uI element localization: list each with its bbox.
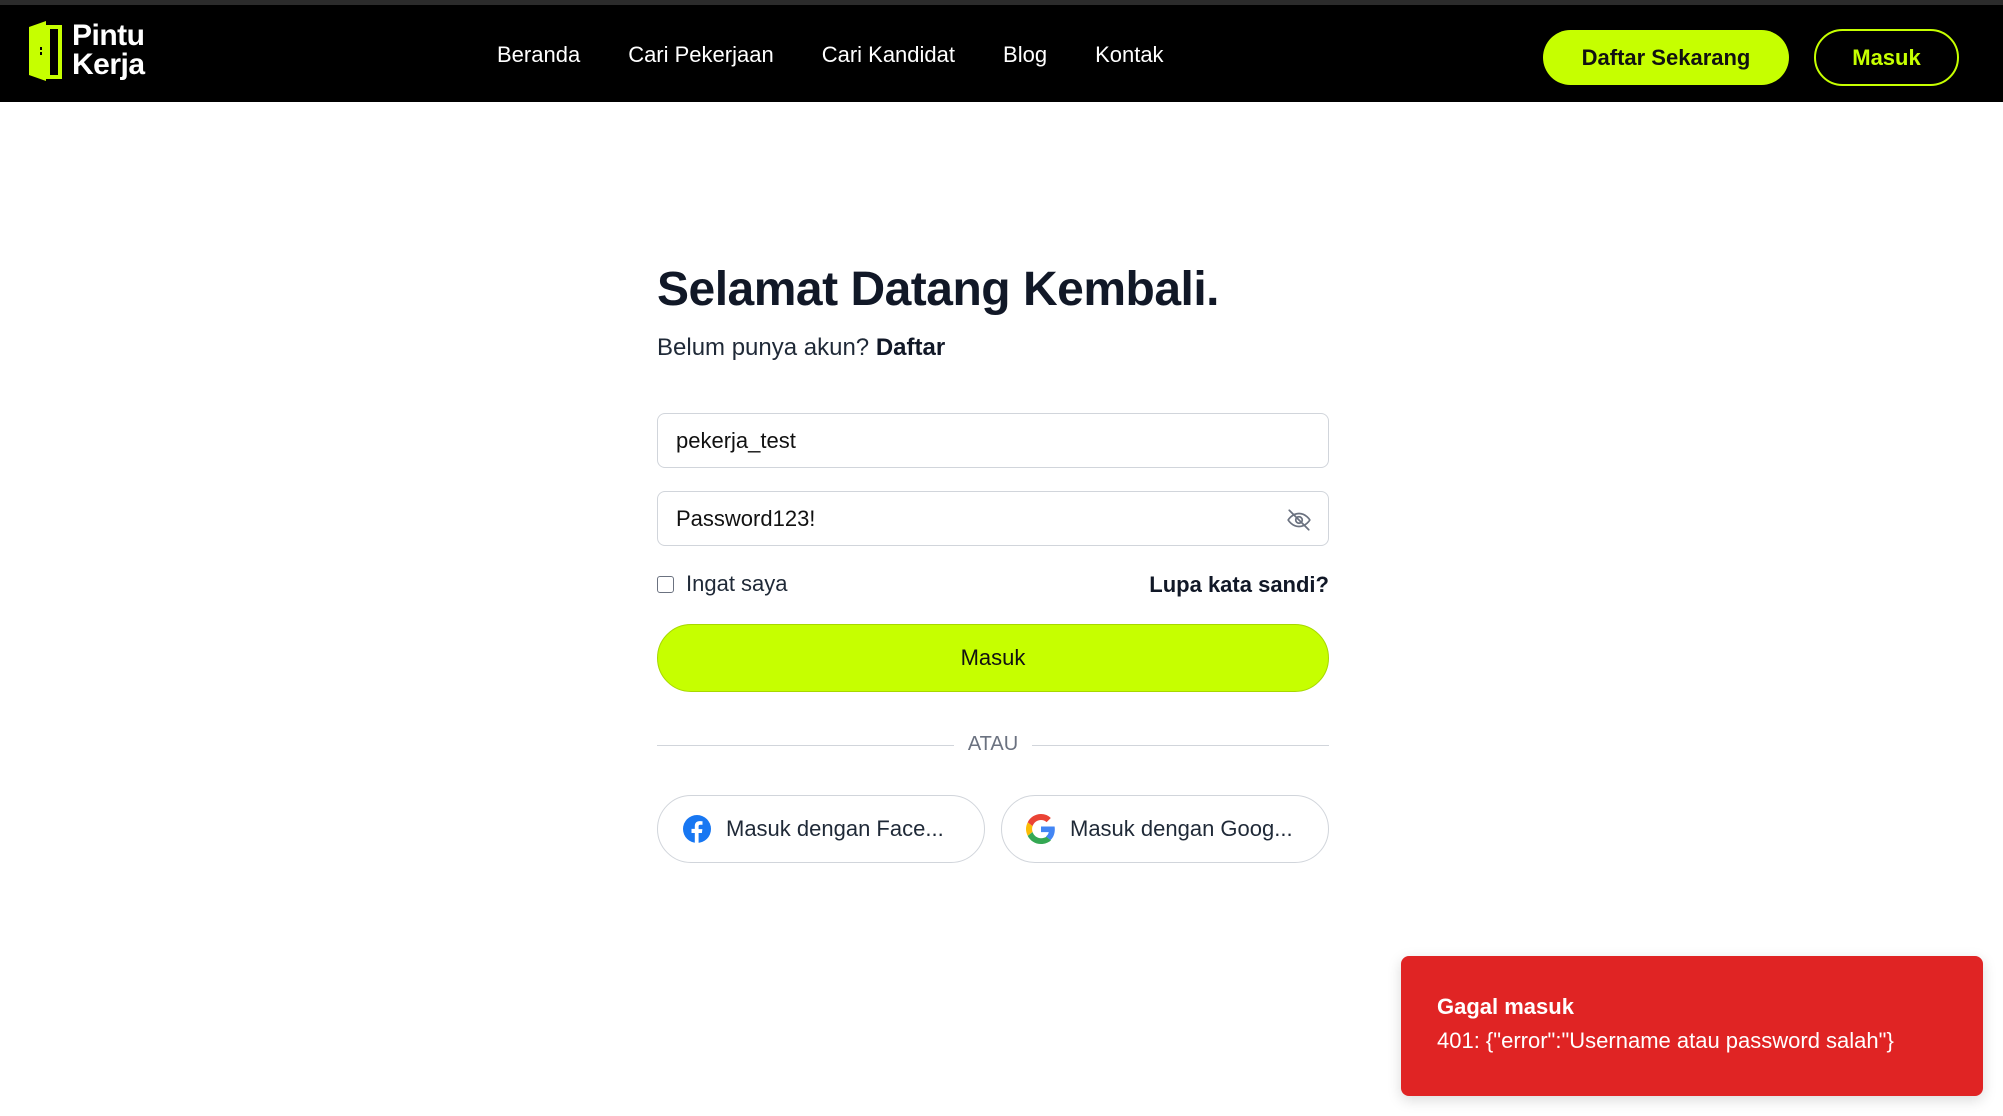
login-form: Selamat Datang Kembali. Belum punya akun… <box>657 255 1329 863</box>
register-link[interactable]: Daftar <box>876 334 945 361</box>
register-prompt-text: Belum punya akun? <box>657 334 870 361</box>
password-value: Password123! <box>676 505 816 531</box>
nav-beranda[interactable]: Beranda <box>497 42 580 68</box>
remember-me[interactable]: Ingat saya <box>657 571 788 597</box>
main-nav: Beranda Cari Pekerjaan Cari Kandidat Blo… <box>497 42 1212 68</box>
or-divider: ATAU <box>657 731 1329 761</box>
facebook-icon <box>683 815 711 843</box>
facebook-login-button[interactable]: Masuk dengan Face... <box>657 795 985 863</box>
password-input[interactable]: Password123! <box>657 491 1329 546</box>
register-prompt: Belum punya akun? Daftar <box>657 331 1329 365</box>
google-icon <box>1026 814 1055 844</box>
login-submit-button[interactable]: Masuk <box>657 624 1329 692</box>
remember-checkbox[interactable] <box>657 575 674 593</box>
top-navbar: Pintu Kerja Beranda Cari Pekerjaan Cari … <box>0 0 2003 102</box>
register-now-button[interactable]: Daftar Sekarang <box>1543 30 1789 85</box>
divider-line-right <box>1032 745 1329 746</box>
nav-blog[interactable]: Blog <box>1003 42 1047 68</box>
error-toast[interactable]: Gagal masuk 401: {"error":"Username atau… <box>1401 956 1983 1096</box>
toast-title: Gagal masuk <box>1437 994 1574 1019</box>
nav-kontak[interactable]: Kontak <box>1095 42 1164 68</box>
logo-line-2: Kerja <box>72 48 145 81</box>
username-value: pekerja_test <box>676 427 796 453</box>
logo-line-1: Pintu <box>72 19 145 52</box>
remember-label: Ingat saya <box>686 571 788 596</box>
door-icon <box>26 19 66 81</box>
nav-cari-kandidat[interactable]: Cari Kandidat <box>822 42 955 68</box>
username-input[interactable]: pekerja_test <box>657 413 1329 468</box>
facebook-login-label: Masuk dengan Face... <box>726 816 944 841</box>
logo-wordmark: Pintu Kerja <box>72 19 145 81</box>
forgot-password-link[interactable]: Lupa kata sandi? <box>1149 572 1329 598</box>
google-login-button[interactable]: Masuk dengan Goog... <box>1001 795 1329 863</box>
nav-cari-pekerjaan[interactable]: Cari Pekerjaan <box>628 42 774 68</box>
header-login-button[interactable]: Masuk <box>1814 29 1959 86</box>
eye-off-icon[interactable] <box>1286 507 1312 533</box>
logo[interactable]: Pintu Kerja <box>26 17 145 83</box>
page-title: Selamat Datang Kembali. <box>657 263 1220 316</box>
google-login-label: Masuk dengan Goog... <box>1070 816 1293 841</box>
toast-message: 401: {"error":"Username atau password sa… <box>1437 1028 1894 1053</box>
